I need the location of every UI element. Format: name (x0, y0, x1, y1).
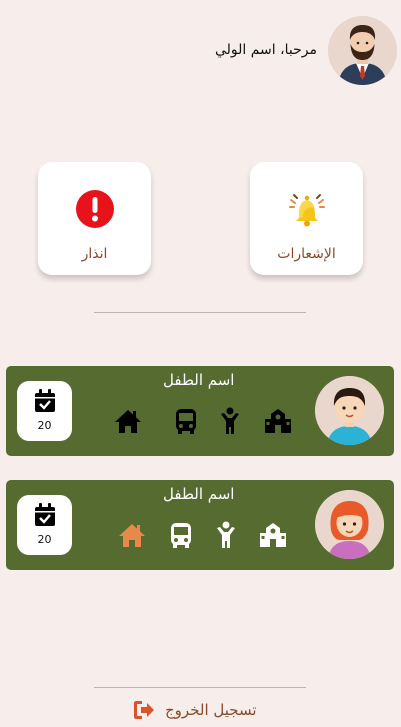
boy-avatar-icon (315, 376, 384, 445)
bus-icon[interactable] (166, 520, 196, 550)
notifications-label: الإشعارات (277, 246, 336, 262)
child-row[interactable]: اسم الطفل 20 (6, 480, 394, 570)
calendar-check-icon (34, 503, 55, 526)
greeting-text: مرحبا، اسم الولي (214, 42, 317, 58)
notifications-card[interactable]: الإشعارات (250, 162, 363, 275)
divider-top (94, 312, 306, 313)
calendar-check-icon (34, 389, 55, 412)
school-icon[interactable] (258, 520, 288, 550)
child-icon[interactable] (215, 406, 245, 436)
date-number: 20 (37, 419, 52, 432)
alert-label: انذار (81, 246, 108, 262)
logout-icon (134, 701, 154, 719)
child-icon[interactable] (211, 520, 241, 550)
child-row[interactable]: اسم الطفل 20 (6, 366, 394, 456)
calendar-date-box[interactable]: 20 (17, 495, 72, 555)
home-icon[interactable] (113, 406, 143, 436)
logout-label: تسجيل الخروج (165, 701, 257, 719)
bus-icon[interactable] (171, 406, 201, 436)
alert-circle-icon (75, 190, 114, 228)
girl-avatar-icon (315, 490, 384, 559)
calendar-date-box[interactable]: 20 (17, 381, 72, 441)
logout-button[interactable]: تسجيل الخروج (133, 699, 257, 721)
divider-bottom (94, 687, 306, 688)
bell-icon (288, 194, 325, 227)
parent-avatar-icon[interactable] (328, 16, 397, 85)
home-icon[interactable] (117, 520, 147, 550)
child-name: اسم الطفل (163, 485, 235, 503)
date-number: 20 (37, 533, 52, 546)
child-name: اسم الطفل (163, 371, 235, 389)
alert-card[interactable]: انذار (38, 162, 151, 275)
school-icon[interactable] (263, 406, 293, 436)
